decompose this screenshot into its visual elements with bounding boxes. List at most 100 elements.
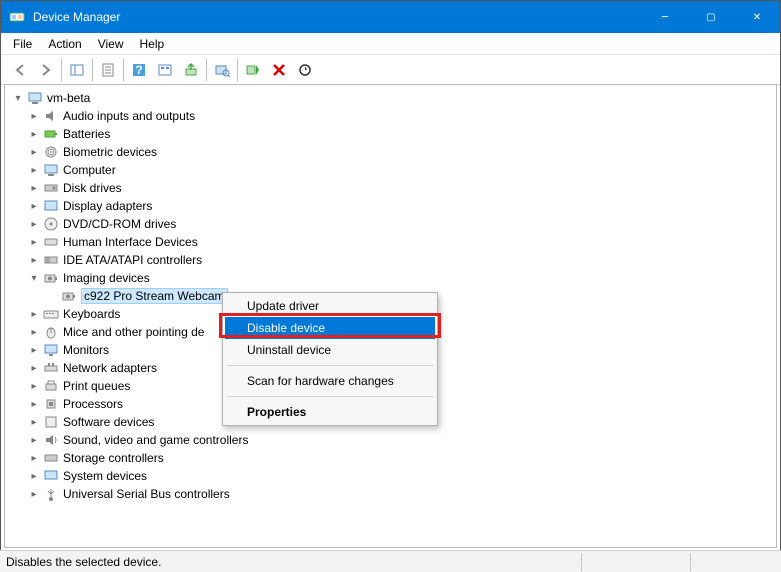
context-uninstall-device[interactable]: Uninstall device xyxy=(225,339,435,361)
hid-icon xyxy=(43,234,59,250)
network-icon xyxy=(43,360,59,376)
computer-icon xyxy=(27,90,43,106)
toolbar-properties-button[interactable] xyxy=(95,58,121,82)
camera-icon xyxy=(43,270,59,286)
tree-root-label: vm-beta xyxy=(47,91,90,105)
expand-icon[interactable]: ▸ xyxy=(27,451,41,465)
toolbar-forward-button[interactable] xyxy=(33,58,59,82)
mouse-icon xyxy=(43,324,59,340)
disk-icon xyxy=(43,180,59,196)
menu-file[interactable]: File xyxy=(5,35,40,53)
software-icon xyxy=(43,414,59,430)
toolbar-help-button[interactable]: ? xyxy=(126,58,152,82)
device-manager-icon xyxy=(9,9,25,25)
cpu-icon xyxy=(43,396,59,412)
expand-icon[interactable]: ▸ xyxy=(27,199,41,213)
window-title: Device Manager xyxy=(33,10,642,24)
tree-category-sound[interactable]: ▸Sound, video and game controllers xyxy=(9,431,776,449)
statusbar: Disables the selected device. xyxy=(0,550,781,572)
maximize-button[interactable]: ▢ xyxy=(688,1,734,33)
context-scan-hardware[interactable]: Scan for hardware changes xyxy=(225,370,435,392)
tree-category-disk-drives[interactable]: ▸Disk drives xyxy=(9,179,776,197)
collapse-icon[interactable]: ▾ xyxy=(11,91,25,105)
menu-view[interactable]: View xyxy=(90,35,132,53)
ide-icon xyxy=(43,252,59,268)
menu-help[interactable]: Help xyxy=(132,35,173,53)
tree-category-dvd[interactable]: ▸DVD/CD-ROM drives xyxy=(9,215,776,233)
expand-icon[interactable]: ▸ xyxy=(27,217,41,231)
toolbar-back-button[interactable] xyxy=(7,58,33,82)
titlebar: Device Manager ─ ▢ ✕ xyxy=(1,1,780,33)
expand-icon[interactable]: ▸ xyxy=(27,235,41,249)
expand-icon[interactable]: ▸ xyxy=(27,433,41,447)
sound-icon xyxy=(43,432,59,448)
toolbar-uninstall-button[interactable] xyxy=(266,58,292,82)
toolbar-separator xyxy=(206,59,207,81)
expand-icon[interactable]: ▸ xyxy=(27,469,41,483)
toolbar-show-hide-console-tree-button[interactable] xyxy=(64,58,90,82)
svg-text:?: ? xyxy=(135,63,142,77)
tree-category-computer[interactable]: ▸Computer xyxy=(9,161,776,179)
expand-icon[interactable]: ▸ xyxy=(27,163,41,177)
expand-icon[interactable]: ▸ xyxy=(27,253,41,267)
tree-category-batteries[interactable]: ▸Batteries xyxy=(9,125,776,143)
status-text: Disables the selected device. xyxy=(6,555,173,569)
monitor-icon xyxy=(43,342,59,358)
menubar: File Action View Help xyxy=(1,33,780,55)
display-icon xyxy=(43,198,59,214)
keyboard-icon xyxy=(43,306,59,322)
printer-icon xyxy=(43,378,59,394)
tree-category-storage[interactable]: ▸Storage controllers xyxy=(9,449,776,467)
context-disable-device[interactable]: Disable device xyxy=(225,317,435,339)
close-button[interactable]: ✕ xyxy=(734,1,780,33)
expand-icon[interactable]: ▸ xyxy=(27,361,41,375)
toolbar-separator xyxy=(61,59,62,81)
expand-icon[interactable]: ▸ xyxy=(27,325,41,339)
tree-category-ide[interactable]: ▸IDE ATA/ATAPI controllers xyxy=(9,251,776,269)
expand-icon[interactable]: ▸ xyxy=(27,127,41,141)
cd-icon xyxy=(43,216,59,232)
expand-icon[interactable]: ▸ xyxy=(27,379,41,393)
toolbar: ? xyxy=(1,55,780,85)
collapse-icon[interactable]: ▾ xyxy=(27,271,41,285)
toolbar-disable-button[interactable] xyxy=(292,58,318,82)
expand-icon[interactable]: ▸ xyxy=(27,307,41,321)
context-separator xyxy=(227,365,433,366)
system-icon xyxy=(43,468,59,484)
battery-icon xyxy=(43,126,59,142)
expand-icon[interactable]: ▸ xyxy=(27,109,41,123)
toolbar-scan-hardware-button[interactable] xyxy=(209,58,235,82)
tree-device-label: c922 Pro Stream Webcam xyxy=(81,288,228,304)
computer-icon xyxy=(43,162,59,178)
tree-category-display-adapters[interactable]: ▸Display adapters xyxy=(9,197,776,215)
minimize-button[interactable]: ─ xyxy=(642,1,688,33)
context-properties[interactable]: Properties xyxy=(225,401,435,423)
speaker-icon xyxy=(43,108,59,124)
context-separator xyxy=(227,396,433,397)
tree-category-hid[interactable]: ▸Human Interface Devices xyxy=(9,233,776,251)
context-update-driver[interactable]: Update driver xyxy=(225,295,435,317)
toolbar-show-hidden-button[interactable] xyxy=(152,58,178,82)
expand-icon[interactable]: ▸ xyxy=(27,397,41,411)
toolbar-separator xyxy=(123,59,124,81)
fingerprint-icon xyxy=(43,144,59,160)
expand-icon[interactable]: ▸ xyxy=(27,487,41,501)
usb-icon xyxy=(43,486,59,502)
toolbar-separator xyxy=(92,59,93,81)
tree-category-usb[interactable]: ▸Universal Serial Bus controllers xyxy=(9,485,776,503)
context-menu: Update driver Disable device Uninstall d… xyxy=(222,292,438,426)
tree-category-imaging[interactable]: ▾Imaging devices xyxy=(9,269,776,287)
toolbar-separator xyxy=(237,59,238,81)
expand-icon[interactable]: ▸ xyxy=(27,343,41,357)
expand-icon[interactable]: ▸ xyxy=(27,181,41,195)
expand-icon[interactable]: ▸ xyxy=(27,145,41,159)
expand-icon[interactable]: ▸ xyxy=(27,415,41,429)
tree-root[interactable]: ▾ vm-beta xyxy=(9,89,776,107)
toolbar-update-driver-button[interactable] xyxy=(178,58,204,82)
tree-category-audio[interactable]: ▸Audio inputs and outputs xyxy=(9,107,776,125)
toolbar-enable-device-button[interactable] xyxy=(240,58,266,82)
camera-icon xyxy=(61,288,77,304)
menu-action[interactable]: Action xyxy=(40,35,89,53)
tree-category-system[interactable]: ▸System devices xyxy=(9,467,776,485)
tree-category-biometric[interactable]: ▸Biometric devices xyxy=(9,143,776,161)
